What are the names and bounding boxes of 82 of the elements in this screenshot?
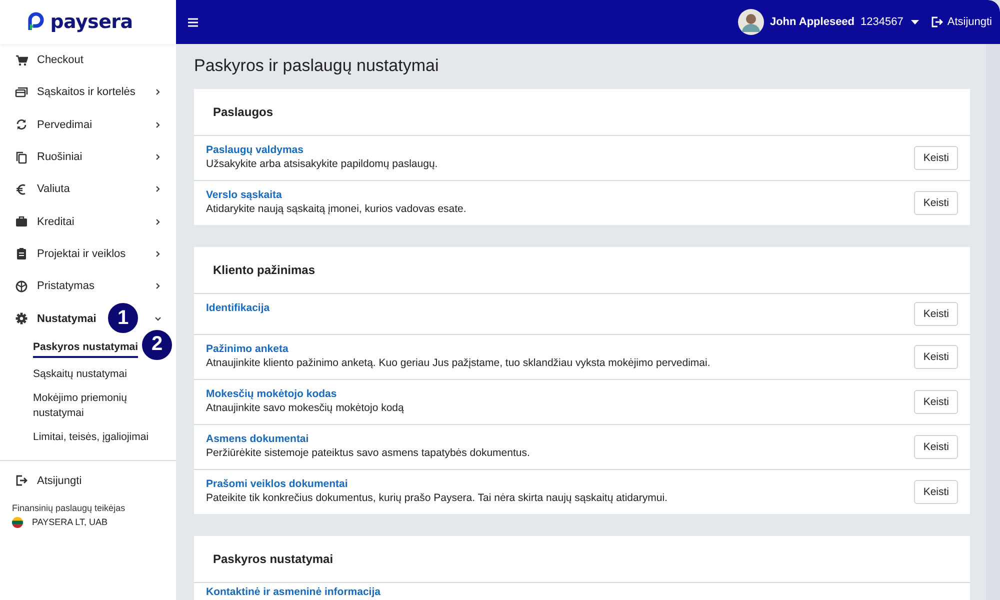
nav-label: Projektai ir veiklos — [37, 248, 126, 260]
provider-name: PAYSERA LT, UAB — [32, 517, 108, 528]
logout-link[interactable]: Atsijungti — [0, 464, 176, 497]
nav-item[interactable]: Ruošiniai — [0, 140, 176, 174]
nav-item[interactable]: Valiuta — [0, 173, 176, 206]
logout-icon — [931, 16, 944, 28]
nav-label: Checkout — [37, 54, 84, 66]
setting-link[interactable]: Kontaktinė ir asmeninė informacija — [206, 586, 958, 598]
setting-description: Atnaujinkite kliento pažinimo anketą. Kuo geriau Jus pažįstame, tuo sklandžiau vyksta mokėjimo pervedimai. — [206, 357, 712, 369]
nav-label: Sąskaitos ir kortelės — [37, 86, 136, 98]
chevron-icon — [154, 185, 162, 194]
section-title: Kliento pažinimas — [194, 247, 970, 294]
nav-item[interactable]: Kreditai — [0, 205, 176, 238]
setting-description: Peržiūrėkite sistemoje pateiktus savo asmens tapatybės dokumentus. — [206, 447, 531, 459]
nav-label: Pervedimai — [37, 118, 92, 131]
setting-link[interactable]: Identifikacija — [206, 302, 914, 314]
setting-link[interactable]: Mokesčių mokėtojo kodas — [206, 388, 914, 400]
submenu-item[interactable]: Limitai, teisės, įgaliojimai — [33, 430, 149, 445]
logout-icon — [15, 474, 28, 488]
nav-label: Ruošiniai — [37, 151, 82, 164]
caret-icon — [911, 20, 920, 24]
chevron-icon — [154, 218, 162, 226]
setting-description: Užsakykite arba atsisakykite papildomų paslaugų. — [206, 158, 439, 170]
nav-item[interactable]: Projektai ir veiklos — [0, 238, 176, 270]
nav-label: Valiuta — [37, 183, 70, 196]
setting-description: Atnaujinkite savo mokesčių mokėtojo kodą — [206, 402, 405, 414]
user-id: 1234567 — [860, 16, 904, 28]
logout-label: Atsijungti — [947, 16, 992, 28]
section-title: Paslaugos — [194, 89, 970, 136]
nav-label: Pristatymas — [37, 280, 94, 292]
nav-label: Nustatymai — [37, 312, 96, 325]
chevron-icon — [154, 282, 162, 290]
setting-link[interactable]: Paslaugų valdymas — [206, 144, 914, 156]
change-button[interactable]: Keisti — [914, 435, 958, 459]
chevron-icon — [154, 88, 162, 96]
change-button[interactable]: Keisti — [914, 191, 958, 215]
sync-icon — [15, 118, 28, 132]
submenu-item[interactable]: Mokėjimo priemonių nustatymai — [33, 390, 166, 421]
setting-link[interactable]: Verslo sąskaita — [206, 189, 914, 201]
setting-link[interactable]: Prašomi veiklos dokumentai — [206, 478, 914, 490]
provider-label: Finansinių paslaugų teikėjas — [11, 502, 126, 515]
setting-link[interactable]: Asmens dokumentai — [206, 433, 914, 445]
menu-icon — [188, 18, 198, 26]
setting-link[interactable]: Pažinimo anketa — [206, 343, 914, 355]
change-button[interactable]: Keisti — [914, 480, 958, 504]
clipboard-icon — [15, 247, 28, 260]
change-button[interactable]: Keisti — [914, 390, 958, 414]
chevron-icon — [154, 153, 162, 162]
step-badge: 1 — [107, 302, 139, 334]
setting-description: Pateikite tik konkrečius dokumentus, kurių prašo Paysera. Tai nėra skirta naujų sąskaitų atidarymui. — [206, 492, 668, 504]
nav-item[interactable]: Pristatymas — [0, 270, 176, 302]
settings-icon — [15, 312, 28, 326]
briefcase-icon — [15, 215, 28, 228]
chevron-icon — [154, 120, 162, 129]
nav-label: Kreditai — [37, 216, 74, 228]
submenu-item[interactable]: Paskyros nustatymai — [33, 340, 138, 358]
user-menu[interactable]: John Appleseed 1234567 — [738, 9, 920, 35]
section-title: Paskyros nustatymai — [194, 536, 970, 583]
step-badge: 2 — [141, 328, 173, 361]
card-icon — [15, 86, 28, 99]
user-name: John Appleseed — [770, 16, 855, 28]
setting-description: Atidarykite naują sąskaitą įmonei, kurios vadovas esate. — [206, 203, 468, 215]
copy-icon — [15, 150, 28, 164]
euro-icon — [15, 182, 28, 196]
nav-item[interactable]: Checkout — [0, 44, 176, 76]
nav-item[interactable]: Pervedimai — [0, 108, 176, 141]
logout-link[interactable]: Atsijungti — [931, 16, 992, 28]
change-button[interactable]: Keisti — [914, 345, 958, 369]
logo-text: paysera — [50, 11, 133, 33]
change-button[interactable]: Keisti — [914, 302, 958, 326]
cart-icon — [15, 54, 28, 67]
avatar-icon — [738, 9, 764, 35]
page-title: Paskyros ir paslaugų nustatymai — [194, 56, 440, 76]
chevron-icon — [154, 314, 162, 323]
logo-icon — [27, 12, 46, 32]
submenu-item[interactable]: Sąskaitų nustatymai — [33, 366, 127, 382]
chevron-icon — [154, 250, 162, 258]
change-button[interactable]: Keisti — [914, 146, 958, 170]
logout-label: Atsijungti — [37, 474, 82, 487]
menu-button[interactable] — [186, 16, 200, 28]
nav-item[interactable]: Sąskaitos ir kortelės — [0, 76, 176, 109]
flag-icon — [12, 516, 23, 528]
